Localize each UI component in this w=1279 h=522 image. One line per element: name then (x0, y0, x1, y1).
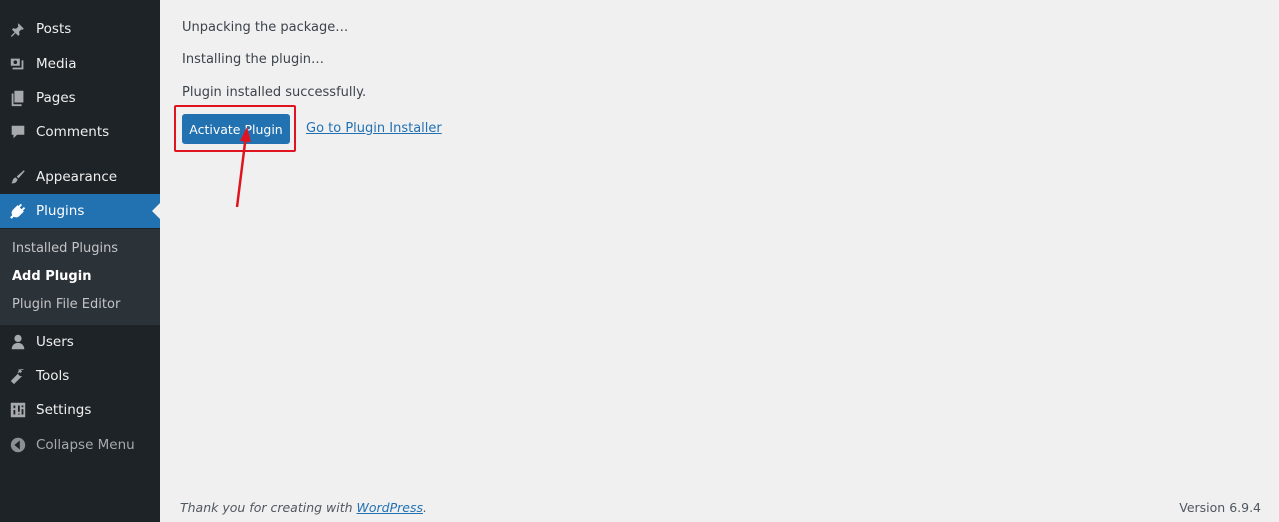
sidebar-item-label: Posts (36, 21, 72, 37)
media-icon (0, 55, 36, 73)
pushpin-icon (0, 20, 36, 38)
sidebar-item-tools[interactable]: Tools (0, 359, 160, 393)
sidebar-item-label: Media (36, 56, 77, 72)
sidebar-item-label: Settings (36, 402, 92, 418)
annotation-arrow (235, 127, 251, 208)
go-to-plugin-installer-link[interactable]: Go to Plugin Installer (306, 121, 442, 136)
status-message-unpacking: Unpacking the package… (182, 20, 349, 35)
sidebar-item-pages[interactable]: Pages (0, 81, 160, 115)
plugin-icon (0, 202, 36, 220)
sidebar-item-label: Pages (36, 90, 76, 106)
wrench-icon (0, 367, 36, 385)
sidebar-item-plugins[interactable]: Plugins (0, 194, 160, 228)
collapse-menu-button[interactable]: Collapse Menu (0, 428, 160, 462)
sidebar-item-media[interactable]: Media (0, 47, 160, 81)
comment-icon (0, 123, 36, 141)
pages-icon (0, 89, 36, 107)
sidebar-item-label: Tools (36, 368, 70, 384)
version-label: Version 6.9.4 (1179, 500, 1261, 515)
sidebar-item-users[interactable]: Users (0, 325, 160, 359)
status-message-installing: Installing the plugin… (182, 52, 325, 67)
footer-thanks-suffix: . (423, 500, 427, 515)
footer-thanks-prefix: Thank you for creating with (180, 500, 357, 515)
sidebar-item-settings[interactable]: Settings (0, 393, 160, 427)
submenu-item-add-plugin[interactable]: Add Plugin (12, 269, 91, 284)
collapse-icon (0, 436, 36, 454)
settings-icon (0, 401, 36, 419)
sidebar-item-label: Plugins (36, 203, 85, 219)
sidebar-item-label: Comments (36, 124, 110, 140)
submenu-item-installed-plugins[interactable]: Installed Plugins (12, 241, 118, 256)
sidebar-item-comments[interactable]: Comments (0, 115, 160, 149)
sidebar-item-label: Appearance (36, 169, 118, 185)
sidebar-item-posts[interactable]: Posts (0, 12, 160, 46)
sidebar-item-label: Users (36, 334, 74, 350)
wordpress-link[interactable]: WordPress (357, 500, 423, 515)
sidebar-item-appearance[interactable]: Appearance (0, 160, 160, 194)
admin-sidebar: Posts Media Pages Comments Appearance Pl… (0, 0, 160, 522)
status-message-success: Plugin installed successfully. (182, 85, 367, 100)
plugins-submenu: Installed Plugins Add Plugin Plugin File… (0, 229, 160, 325)
sidebar-item-label: Collapse Menu (36, 437, 135, 453)
footer-thanks: Thank you for creating with WordPress. (180, 500, 427, 515)
user-icon (0, 333, 36, 351)
submenu-item-plugin-file-editor[interactable]: Plugin File Editor (12, 297, 120, 312)
paintbrush-icon (0, 168, 36, 186)
